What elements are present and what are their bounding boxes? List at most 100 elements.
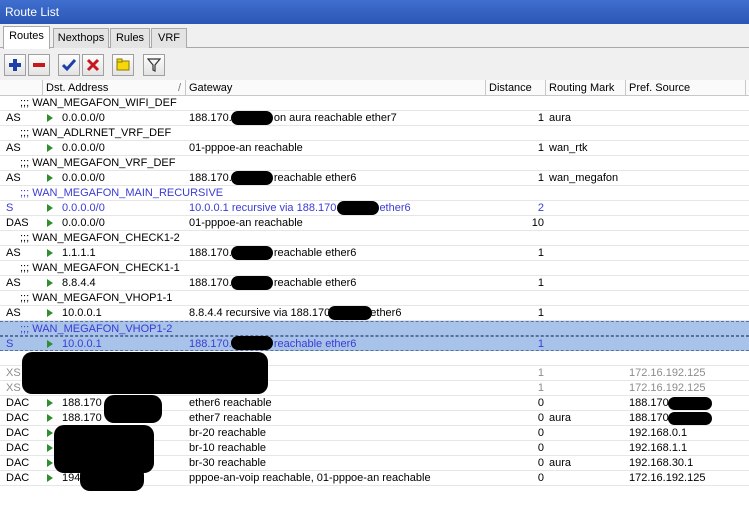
distance: 1 <box>537 172 544 184</box>
gateway-tail-text: reachable ether6 <box>273 247 357 259</box>
route-flags: AS <box>6 307 21 319</box>
dst-address: 0.0.0.0/0 <box>62 112 105 124</box>
table-row[interactable]: S 10.0.0.1 188.170. reachable ether6 1 <box>0 336 749 351</box>
route-flags: DAS <box>6 217 29 229</box>
redaction-mark <box>231 276 273 290</box>
tab-vrf[interactable]: VRF <box>151 28 187 48</box>
pref-source <box>629 276 745 291</box>
column-header-routing-mark[interactable]: Routing Mark <box>546 80 626 96</box>
pref-source: 192.168.30.1 <box>629 457 694 469</box>
remove-button[interactable] <box>28 54 50 76</box>
routing-mark: aura <box>549 112 572 124</box>
dst-address: 0.0.0.0/0 <box>62 202 105 214</box>
pref-source <box>629 201 745 216</box>
pref-source <box>629 216 745 231</box>
pref-source: 192.168.0.1 <box>629 427 688 439</box>
pref-source <box>629 246 745 261</box>
table-row[interactable]: AS 0.0.0.0/0 01-pppoe-an reachable 1 wan_rtk <box>0 141 749 156</box>
dst-address: 0.0.0.0/0 <box>62 217 105 229</box>
comment-row[interactable]: ;;; WAN_MEGAFON_MAIN_RECURSIVE <box>0 186 749 201</box>
tab-routes[interactable]: Routes <box>3 26 50 49</box>
column-header-gateway[interactable]: Gateway <box>186 80 486 96</box>
routing-mark <box>549 426 625 441</box>
redaction-mark <box>668 397 712 410</box>
comment-row[interactable]: ;;; WAN_MEGAFON_VHOP1-1 <box>0 291 749 306</box>
column-header-flags[interactable] <box>0 80 43 96</box>
route-flags: DAC <box>6 457 30 469</box>
comment-button[interactable] <box>112 54 134 76</box>
dst-address: 0.0.0.0/0 <box>62 142 105 154</box>
comment-text: ;;; WAN_ADLRNET_VRF_DEF <box>20 127 172 139</box>
route-flags: DAC <box>6 397 30 409</box>
play-arrow-icon <box>47 340 53 348</box>
column-header-pref-source[interactable]: Pref. Source <box>626 80 746 96</box>
play-arrow-icon <box>47 444 53 452</box>
window-title: Route List <box>0 0 749 24</box>
comment-text: ;;; WAN_MEGAFON_CHECK1-1 <box>20 262 180 274</box>
pref-source <box>629 141 745 156</box>
redaction-mark <box>231 111 273 125</box>
gateway: br-30 reachable <box>189 456 485 471</box>
route-flags: AS <box>6 277 21 289</box>
route-flags: AS <box>6 142 21 154</box>
tab-nexthops[interactable]: Nexthops <box>53 28 109 48</box>
filter-icon <box>147 58 161 72</box>
distance: 1 <box>537 307 544 319</box>
enable-button[interactable] <box>58 54 80 76</box>
comment-row[interactable]: ;;; WAN_MEGAFON_CHECK1-2 <box>0 231 749 246</box>
routing-mark <box>549 306 625 321</box>
table-row[interactable]: AS 1.1.1.1 188.170. reachable ether6 1 <box>0 246 749 261</box>
distance: 2 <box>537 202 544 214</box>
routing-mark <box>549 337 625 352</box>
routing-mark <box>549 381 625 396</box>
distance: 0 <box>537 412 544 424</box>
gateway-text: br-10 reachable <box>189 442 267 454</box>
table-row[interactable]: AS 0.0.0.0/0 188.170. reachable ether6 1 wan_… <box>0 171 749 186</box>
comment-row[interactable]: ;;; WAN_MEGAFON_VHOP1-2 <box>0 321 749 336</box>
routing-mark: wan_rtk <box>549 142 588 154</box>
pref-source: 172.16.192.125 <box>629 382 706 394</box>
routing-mark <box>549 201 625 216</box>
comment-row[interactable]: ;;; WAN_ADLRNET_VRF_DEF <box>0 126 749 141</box>
table-row[interactable]: DAS 0.0.0.0/0 01-pppoe-an reachable 10 <box>0 216 749 231</box>
table-row[interactable]: AS 0.0.0.0/0 188.170. on aura reachable eth… <box>0 111 749 126</box>
play-arrow-icon <box>47 174 53 182</box>
routing-mark <box>549 216 625 231</box>
comment-row[interactable]: ;;; WAN_MEGAFON_WIFI_DEF <box>0 96 749 111</box>
pref-source <box>629 337 745 352</box>
table-row[interactable]: AS 8.8.4.4 188.170. reachable ether6 1 <box>0 276 749 291</box>
pref-source <box>629 306 745 321</box>
gateway: br-10 reachable <box>189 441 485 456</box>
gateway-text: 10.0.0.1 recursive via 188.170. <box>189 202 340 214</box>
tab-rules[interactable]: Rules <box>110 28 150 48</box>
gateway-tail-text: ether6 <box>370 307 402 319</box>
distance: 10 <box>531 217 544 229</box>
route-flags: AS <box>6 112 21 124</box>
comment-text: ;;; WAN_MEGAFON_VRF_DEF <box>20 157 176 169</box>
route-flags: AS <box>6 247 21 259</box>
distance: 1 <box>537 367 544 379</box>
column-header-dst-address[interactable]: Dst. Address / <box>43 80 186 96</box>
filter-button[interactable] <box>143 54 165 76</box>
gateway-text: 188.170. <box>189 338 232 350</box>
gateway: pppoe-an-voip reachable, 01-pppoe-an rea… <box>189 471 485 486</box>
comment-text: ;;; WAN_MEGAFON_WIFI_DEF <box>20 97 177 109</box>
redaction-mark <box>80 465 144 491</box>
routing-mark: wan_megafon <box>549 172 619 184</box>
column-header-distance[interactable]: Distance <box>486 80 546 96</box>
table-row[interactable]: AS 10.0.0.1 8.8.4.4 recursive via 188.170 e… <box>0 306 749 321</box>
add-button[interactable] <box>4 54 26 76</box>
redaction-mark <box>231 246 273 260</box>
comment-row[interactable]: ;;; WAN_MEGAFON_CHECK1-1 <box>0 261 749 276</box>
play-arrow-icon <box>47 249 53 257</box>
comment-row[interactable]: ;;; WAN_MEGAFON_VRF_DEF <box>0 156 749 171</box>
gateway-text: 01-pppoe-an reachable <box>189 142 303 154</box>
routing-mark <box>549 246 625 261</box>
distance: 1 <box>537 112 544 124</box>
routing-mark <box>549 441 625 456</box>
disable-button[interactable] <box>82 54 104 76</box>
routing-mark: aura <box>549 412 572 424</box>
gateway: ether6 reachable <box>189 396 485 411</box>
distance: 1 <box>537 142 544 154</box>
distance: 1 <box>537 247 544 259</box>
